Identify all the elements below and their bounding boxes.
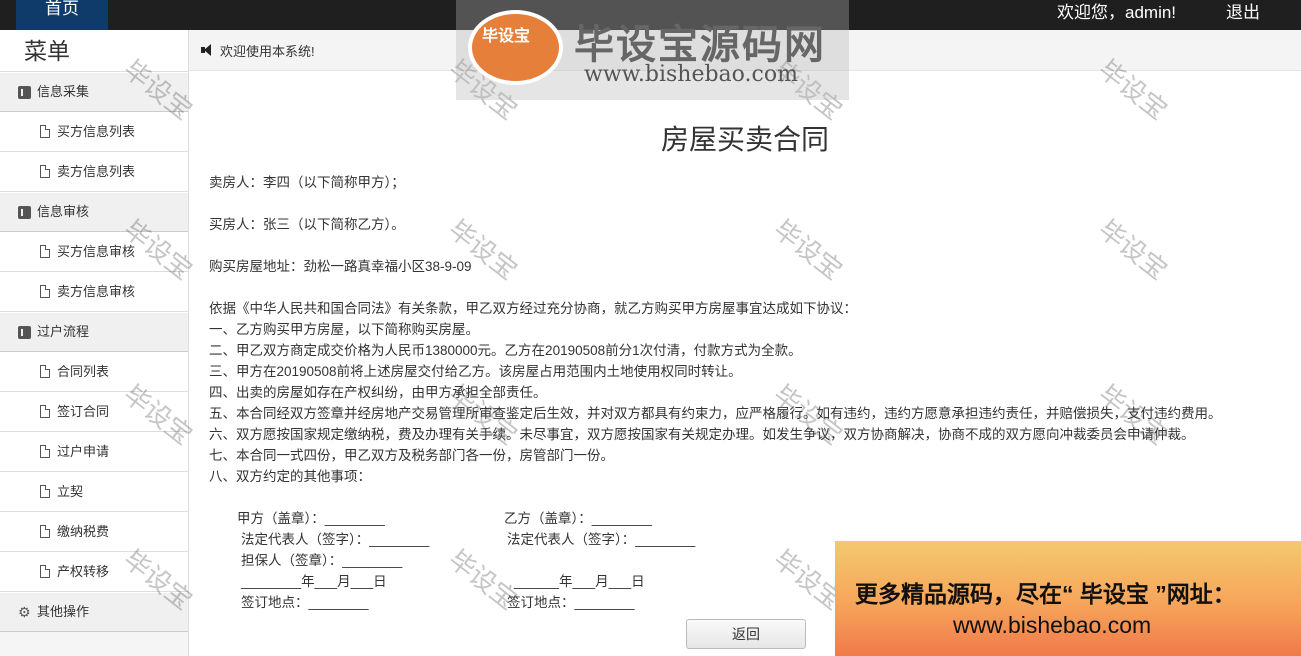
welcome-user-text: 欢迎您，admin! bbox=[1057, 3, 1177, 22]
file-icon bbox=[40, 565, 50, 578]
gear-icon: ⚙ bbox=[18, 603, 31, 620]
party-b-seal: 乙方（盖章）：________ bbox=[504, 511, 652, 526]
contract-title-text: 房屋买卖合同 bbox=[660, 124, 829, 155]
contract-title: 房屋买卖合同 bbox=[189, 118, 1301, 158]
sidebar-section-transfer-process[interactable]: 过户流程 bbox=[0, 312, 188, 352]
file-icon bbox=[40, 405, 50, 418]
clause-line: 四、出卖的房屋如存在产权纠纷，由甲方承担全部责任。 bbox=[209, 385, 547, 400]
clause-line: 二、甲乙双方商定成交价格为人民币1380000元。乙方在20190508前分1次… bbox=[209, 343, 802, 358]
sidebar-item-label: 缴纳税费 bbox=[57, 523, 110, 539]
sidebar-item-label: 合同列表 bbox=[57, 363, 110, 379]
file-icon bbox=[40, 365, 50, 378]
buyer-line: 买房人：张三（以下简称乙方）。 bbox=[209, 217, 405, 232]
sidebar-menu: 菜单 信息采集 买方信息列表 卖方信息列表 信息审核 买方信息审核 卖方信息审核… bbox=[0, 30, 189, 656]
clause-line: 八、双方约定的其他事项： bbox=[209, 469, 371, 484]
sidebar-item-seller-review[interactable]: 卖方信息审核 bbox=[0, 272, 188, 312]
sidebar-section-info-collect[interactable]: 信息采集 bbox=[0, 72, 188, 112]
party-a-rep: 法定代表人（签字）：________ bbox=[241, 532, 430, 547]
promo-banner: 更多精品源码，尽在“ 毕设宝 ”网址： www.bishebao.com bbox=[835, 541, 1301, 656]
sidebar-item-label: 卖方信息审核 bbox=[57, 283, 136, 299]
address-line: 购买房屋地址：劲松一路真幸福小区38-9-09 bbox=[209, 259, 472, 274]
party-b-place: 签订地点：________ bbox=[507, 595, 635, 610]
sidebar-item-buyer-review[interactable]: 买方信息审核 bbox=[0, 232, 188, 272]
logout-link[interactable]: 退出 bbox=[1226, 0, 1260, 23]
party-b-date: ______年___月___日 bbox=[514, 574, 645, 589]
sidebar-section-other-ops[interactable]: ⚙ 其他操作 bbox=[0, 592, 188, 632]
party-a-date: ________年___月___日 bbox=[241, 574, 387, 589]
file-icon bbox=[40, 485, 50, 498]
sidebar-item-pay-tax[interactable]: 缴纳税费 bbox=[0, 512, 188, 552]
sidebar-item-label: 立契 bbox=[57, 483, 84, 499]
file-icon bbox=[40, 525, 50, 538]
party-b-rep: 法定代表人（签字）：________ bbox=[507, 532, 696, 547]
guarantor-seal: 担保人（签章）：________ bbox=[241, 553, 403, 568]
brand-logo-text: 毕设宝 bbox=[482, 28, 531, 45]
clause-line: 五、本合同经双方签章并经房地产交易管理所审查鉴定后生效，并对双方都具有约束力，应… bbox=[209, 406, 1222, 421]
sidebar-item-label: 过户申请 bbox=[57, 443, 110, 459]
intro-line: 依据《中华人民共和国合同法》有关条款，甲乙双方经过充分协商，就乙方购买甲方房屋事… bbox=[209, 301, 857, 316]
section-label: 其他操作 bbox=[37, 604, 90, 619]
book-icon bbox=[18, 85, 31, 99]
clause-line: 三、甲方在20190508前将上述房屋交付给乙方。该房屋占用范围内土地使用权同时… bbox=[209, 364, 742, 379]
seller-line: 卖房人：李四（以下简称甲方）； bbox=[209, 175, 405, 190]
sidebar-item-label: 签订合同 bbox=[57, 403, 110, 419]
section-label: 信息审核 bbox=[37, 204, 90, 219]
sidebar-section-info-review[interactable]: 信息审核 bbox=[0, 192, 188, 232]
sidebar-item-property-transfer[interactable]: 产权转移 bbox=[0, 552, 188, 592]
party-a-seal: 甲方（盖章）：________ bbox=[237, 511, 385, 526]
file-icon bbox=[40, 245, 50, 258]
clause-line: 一、乙方购买甲方房屋，以下简称购买房屋。 bbox=[209, 322, 479, 337]
brand-url: www.bishebao.com bbox=[584, 62, 798, 87]
sidebar-item-deed[interactable]: 立契 bbox=[0, 472, 188, 512]
file-icon bbox=[40, 165, 50, 178]
sidebar-item-seller-list[interactable]: 卖方信息列表 bbox=[0, 152, 188, 192]
file-icon bbox=[40, 125, 50, 138]
book-icon bbox=[18, 205, 31, 219]
back-button[interactable]: 返回 bbox=[686, 619, 806, 649]
menu-title: 菜单 bbox=[0, 30, 188, 72]
section-label: 信息采集 bbox=[37, 84, 90, 99]
notice-text: 欢迎使用本系统! bbox=[220, 43, 315, 59]
sidebar-item-label: 买方信息列表 bbox=[57, 123, 136, 139]
file-icon bbox=[40, 445, 50, 458]
sidebar-item-contract-list[interactable]: 合同列表 bbox=[0, 352, 188, 392]
sidebar-item-sign-contract[interactable]: 签订合同 bbox=[0, 392, 188, 432]
book-icon bbox=[18, 325, 31, 339]
promo-url: www.bishebao.com bbox=[953, 612, 1152, 638]
sidebar-item-transfer-apply[interactable]: 过户申请 bbox=[0, 432, 188, 472]
sidebar-item-buyer-list[interactable]: 买方信息列表 bbox=[0, 112, 188, 152]
sidebar-item-label: 产权转移 bbox=[57, 563, 110, 579]
clause-line: 六、双方愿按国家规定缴纳税，费及办理有关手续。未尽事宜，双方愿按国家有关规定办理… bbox=[209, 427, 1195, 442]
brand-overlay: 毕设宝 毕设宝源码网 www.bishebao.com bbox=[456, 0, 849, 100]
home-tab[interactable]: 首页 bbox=[16, 0, 108, 30]
file-icon bbox=[40, 285, 50, 298]
party-a-place: 签订地点：________ bbox=[241, 595, 369, 610]
section-label: 过户流程 bbox=[37, 324, 90, 339]
sidebar-item-label: 卖方信息列表 bbox=[57, 163, 136, 179]
promo-text: 更多精品源码，尽在“ 毕设宝 ”网址： bbox=[855, 581, 1236, 607]
clause-line: 七、本合同一式四份，甲乙双方及税务部门各一份，房管部门一份。 bbox=[209, 448, 614, 463]
sidebar-item-label: 买方信息审核 bbox=[57, 243, 136, 259]
speaker-icon bbox=[201, 44, 215, 56]
